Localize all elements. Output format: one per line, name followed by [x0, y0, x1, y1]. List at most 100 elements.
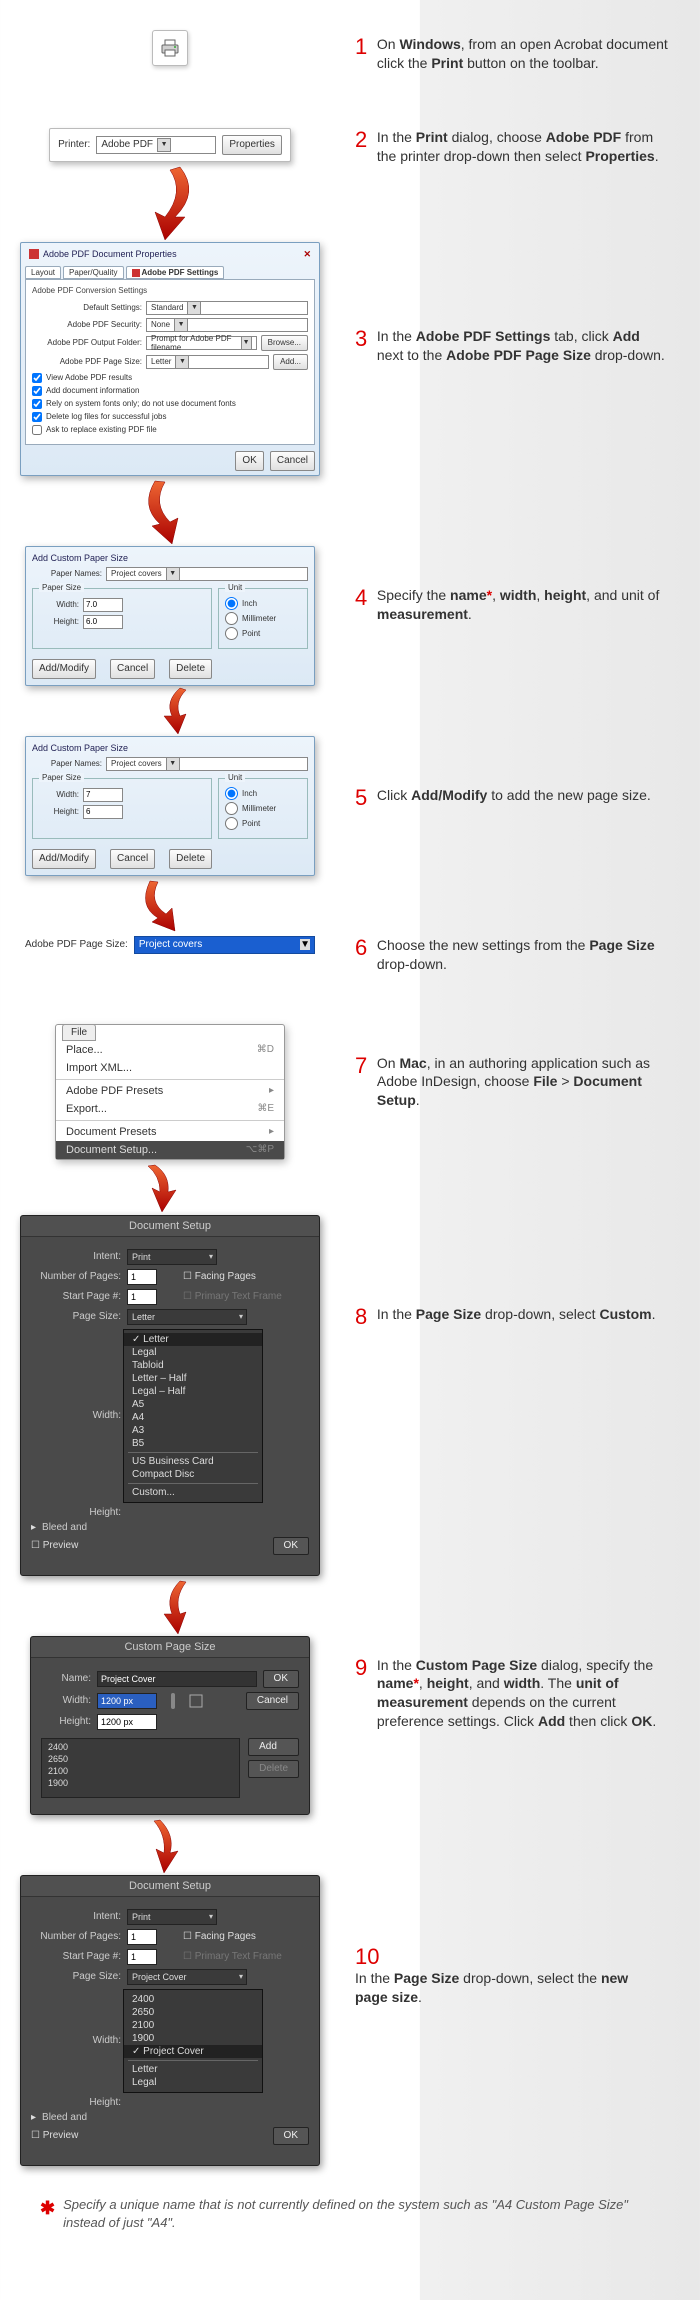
- add-paper-size-dialog: Add Custom Paper Size Paper Names: Proje…: [25, 546, 315, 686]
- dropdown-option[interactable]: A5: [124, 1398, 262, 1411]
- height-input[interactable]: 1200 px: [97, 1714, 157, 1730]
- checkbox-option[interactable]: Add document information: [32, 386, 308, 396]
- properties-button[interactable]: Properties: [222, 135, 282, 155]
- ok-button[interactable]: OK: [273, 2127, 309, 2145]
- unit-radio[interactable]: Inch: [225, 787, 301, 800]
- step-3-text: In the Adobe PDF Settings tab, click Add…: [377, 327, 668, 365]
- dropdown-option[interactable]: Letter: [124, 2063, 262, 2076]
- menu-item[interactable]: Document Setup...⌥⌘P: [56, 1141, 284, 1159]
- unit-radio[interactable]: Millimeter: [225, 612, 301, 625]
- step-10-text: In the Page Size drop-down, select the n…: [355, 1969, 646, 2007]
- dropdown-option[interactable]: Compact Disc: [124, 1468, 262, 1481]
- menu-item[interactable]: Import XML...: [56, 1059, 284, 1077]
- page-size-options[interactable]: LetterLegalTabloidLetter – HalfLegal – H…: [123, 1329, 263, 1503]
- dropdown-option[interactable]: US Business Card: [124, 1455, 262, 1468]
- pdf-icon: [132, 269, 140, 277]
- cancel-button[interactable]: Cancel: [110, 659, 155, 679]
- orientation-icon[interactable]: [189, 1694, 203, 1708]
- page-size-options[interactable]: 2400265021001900Project Cover LetterLegal: [123, 1989, 263, 2093]
- size-list[interactable]: 2400265021001900: [41, 1738, 240, 1798]
- dropdown-option[interactable]: Letter: [124, 1333, 262, 1346]
- dropdown-option[interactable]: Legal – Half: [124, 1385, 262, 1398]
- dropdown-option[interactable]: 2650: [124, 2006, 262, 2019]
- page-size-dropdown-selected[interactable]: Project covers ▼: [134, 936, 315, 954]
- width-input[interactable]: 1200 px: [97, 1693, 157, 1709]
- start-page-input[interactable]: 1: [127, 1949, 157, 1965]
- paper-names-dropdown[interactable]: Project covers▼: [106, 567, 308, 581]
- add-button[interactable]: Add...: [273, 354, 308, 370]
- dropdown-option[interactable]: Letter – Half: [124, 1372, 262, 1385]
- ok-button[interactable]: OK: [273, 1537, 309, 1555]
- printer-dropdown[interactable]: Adobe PDF ▼: [96, 136, 216, 154]
- checkbox-option[interactable]: Rely on system fonts only; do not use do…: [32, 399, 308, 409]
- output-folder-dropdown[interactable]: Prompt for Adobe PDF filename▼: [146, 336, 257, 350]
- name-input[interactable]: Project Cover: [97, 1671, 257, 1687]
- close-icon[interactable]: ✕: [303, 249, 311, 260]
- default-settings-dropdown[interactable]: Standard▼: [146, 301, 308, 315]
- checkbox-option[interactable]: Ask to replace existing PDF file: [32, 425, 308, 435]
- intent-dropdown[interactable]: Print: [127, 1909, 217, 1925]
- dropdown-option[interactable]: Legal: [124, 1346, 262, 1359]
- add-button[interactable]: Add: [248, 1738, 299, 1756]
- cancel-button[interactable]: Cancel: [110, 849, 155, 869]
- dropdown-option[interactable]: Custom...: [124, 1486, 262, 1499]
- dropdown-option[interactable]: A3: [124, 1424, 262, 1437]
- print-button[interactable]: [152, 30, 188, 66]
- tab-pdf-settings[interactable]: Adobe PDF Settings: [126, 266, 225, 279]
- dropdown-option[interactable]: Tabloid: [124, 1359, 262, 1372]
- dropdown-option[interactable]: 2100: [124, 2019, 262, 2032]
- height-input[interactable]: [83, 805, 123, 819]
- ok-button[interactable]: OK: [235, 451, 263, 471]
- browse-button[interactable]: Browse...: [261, 335, 308, 351]
- unit-radio[interactable]: Millimeter: [225, 802, 301, 815]
- tab-layout[interactable]: Layout: [25, 266, 61, 279]
- step-4-text: Specify the name*, width, height, and un…: [377, 586, 668, 624]
- width-input[interactable]: [83, 598, 123, 612]
- list-item[interactable]: 1900: [44, 1777, 237, 1789]
- cancel-button[interactable]: Cancel: [270, 451, 315, 471]
- tab-paper-quality[interactable]: Paper/Quality: [63, 266, 123, 279]
- delete-button[interactable]: Delete: [169, 849, 212, 869]
- menu-item[interactable]: Export...⌘E: [56, 1100, 284, 1118]
- link-icon[interactable]: [167, 1693, 179, 1709]
- add-modify-button[interactable]: Add/Modify: [32, 659, 96, 679]
- step-9-number: 9: [355, 1656, 367, 1680]
- width-input[interactable]: [83, 788, 123, 802]
- dropdown-option[interactable]: B5: [124, 1437, 262, 1450]
- ok-button[interactable]: OK: [263, 1670, 299, 1688]
- start-page-input[interactable]: 1: [127, 1289, 157, 1305]
- dropdown-option[interactable]: A4: [124, 1411, 262, 1424]
- unit-radio[interactable]: Point: [225, 627, 301, 640]
- list-item[interactable]: 2650: [44, 1753, 237, 1765]
- flow-arrow-icon: [120, 162, 220, 242]
- dropdown-option[interactable]: 2400: [124, 1993, 262, 2006]
- height-input[interactable]: [83, 615, 123, 629]
- intent-dropdown[interactable]: Print: [127, 1249, 217, 1265]
- cancel-button[interactable]: Cancel: [246, 1692, 299, 1710]
- checkbox-option[interactable]: Delete log files for successful jobs: [32, 412, 308, 422]
- num-pages-input[interactable]: 1: [127, 1269, 157, 1285]
- num-pages-input[interactable]: 1: [127, 1929, 157, 1945]
- delete-button[interactable]: Delete: [248, 1760, 299, 1778]
- page-size-dropdown[interactable]: Project Cover: [127, 1969, 247, 1985]
- file-menu-button[interactable]: File: [62, 1024, 96, 1041]
- unit-radio[interactable]: Inch: [225, 597, 301, 610]
- paper-names-dropdown[interactable]: Project covers▼: [106, 757, 308, 771]
- delete-button[interactable]: Delete: [169, 659, 212, 679]
- step-6-number: 6: [355, 936, 367, 960]
- page-size-dropdown[interactable]: Letter: [127, 1309, 247, 1325]
- unit-radio[interactable]: Point: [225, 817, 301, 830]
- security-dropdown[interactable]: None▼: [146, 318, 308, 332]
- menu-item[interactable]: Document Presets▸: [56, 1123, 284, 1141]
- dropdown-option[interactable]: Project Cover: [124, 2045, 262, 2058]
- dropdown-option[interactable]: 1900: [124, 2032, 262, 2045]
- checkbox-option[interactable]: View Adobe PDF results: [32, 373, 308, 383]
- menu-item[interactable]: Adobe PDF Presets▸: [56, 1082, 284, 1100]
- page-size-dropdown[interactable]: Letter▼: [146, 355, 269, 369]
- list-item[interactable]: 2400: [44, 1741, 237, 1753]
- add-modify-button[interactable]: Add/Modify: [32, 849, 96, 869]
- dropdown-option[interactable]: Legal: [124, 2076, 262, 2089]
- chevron-down-icon: ▼: [300, 939, 310, 950]
- list-item[interactable]: 2100: [44, 1765, 237, 1777]
- menu-item[interactable]: Place...⌘D: [56, 1041, 284, 1059]
